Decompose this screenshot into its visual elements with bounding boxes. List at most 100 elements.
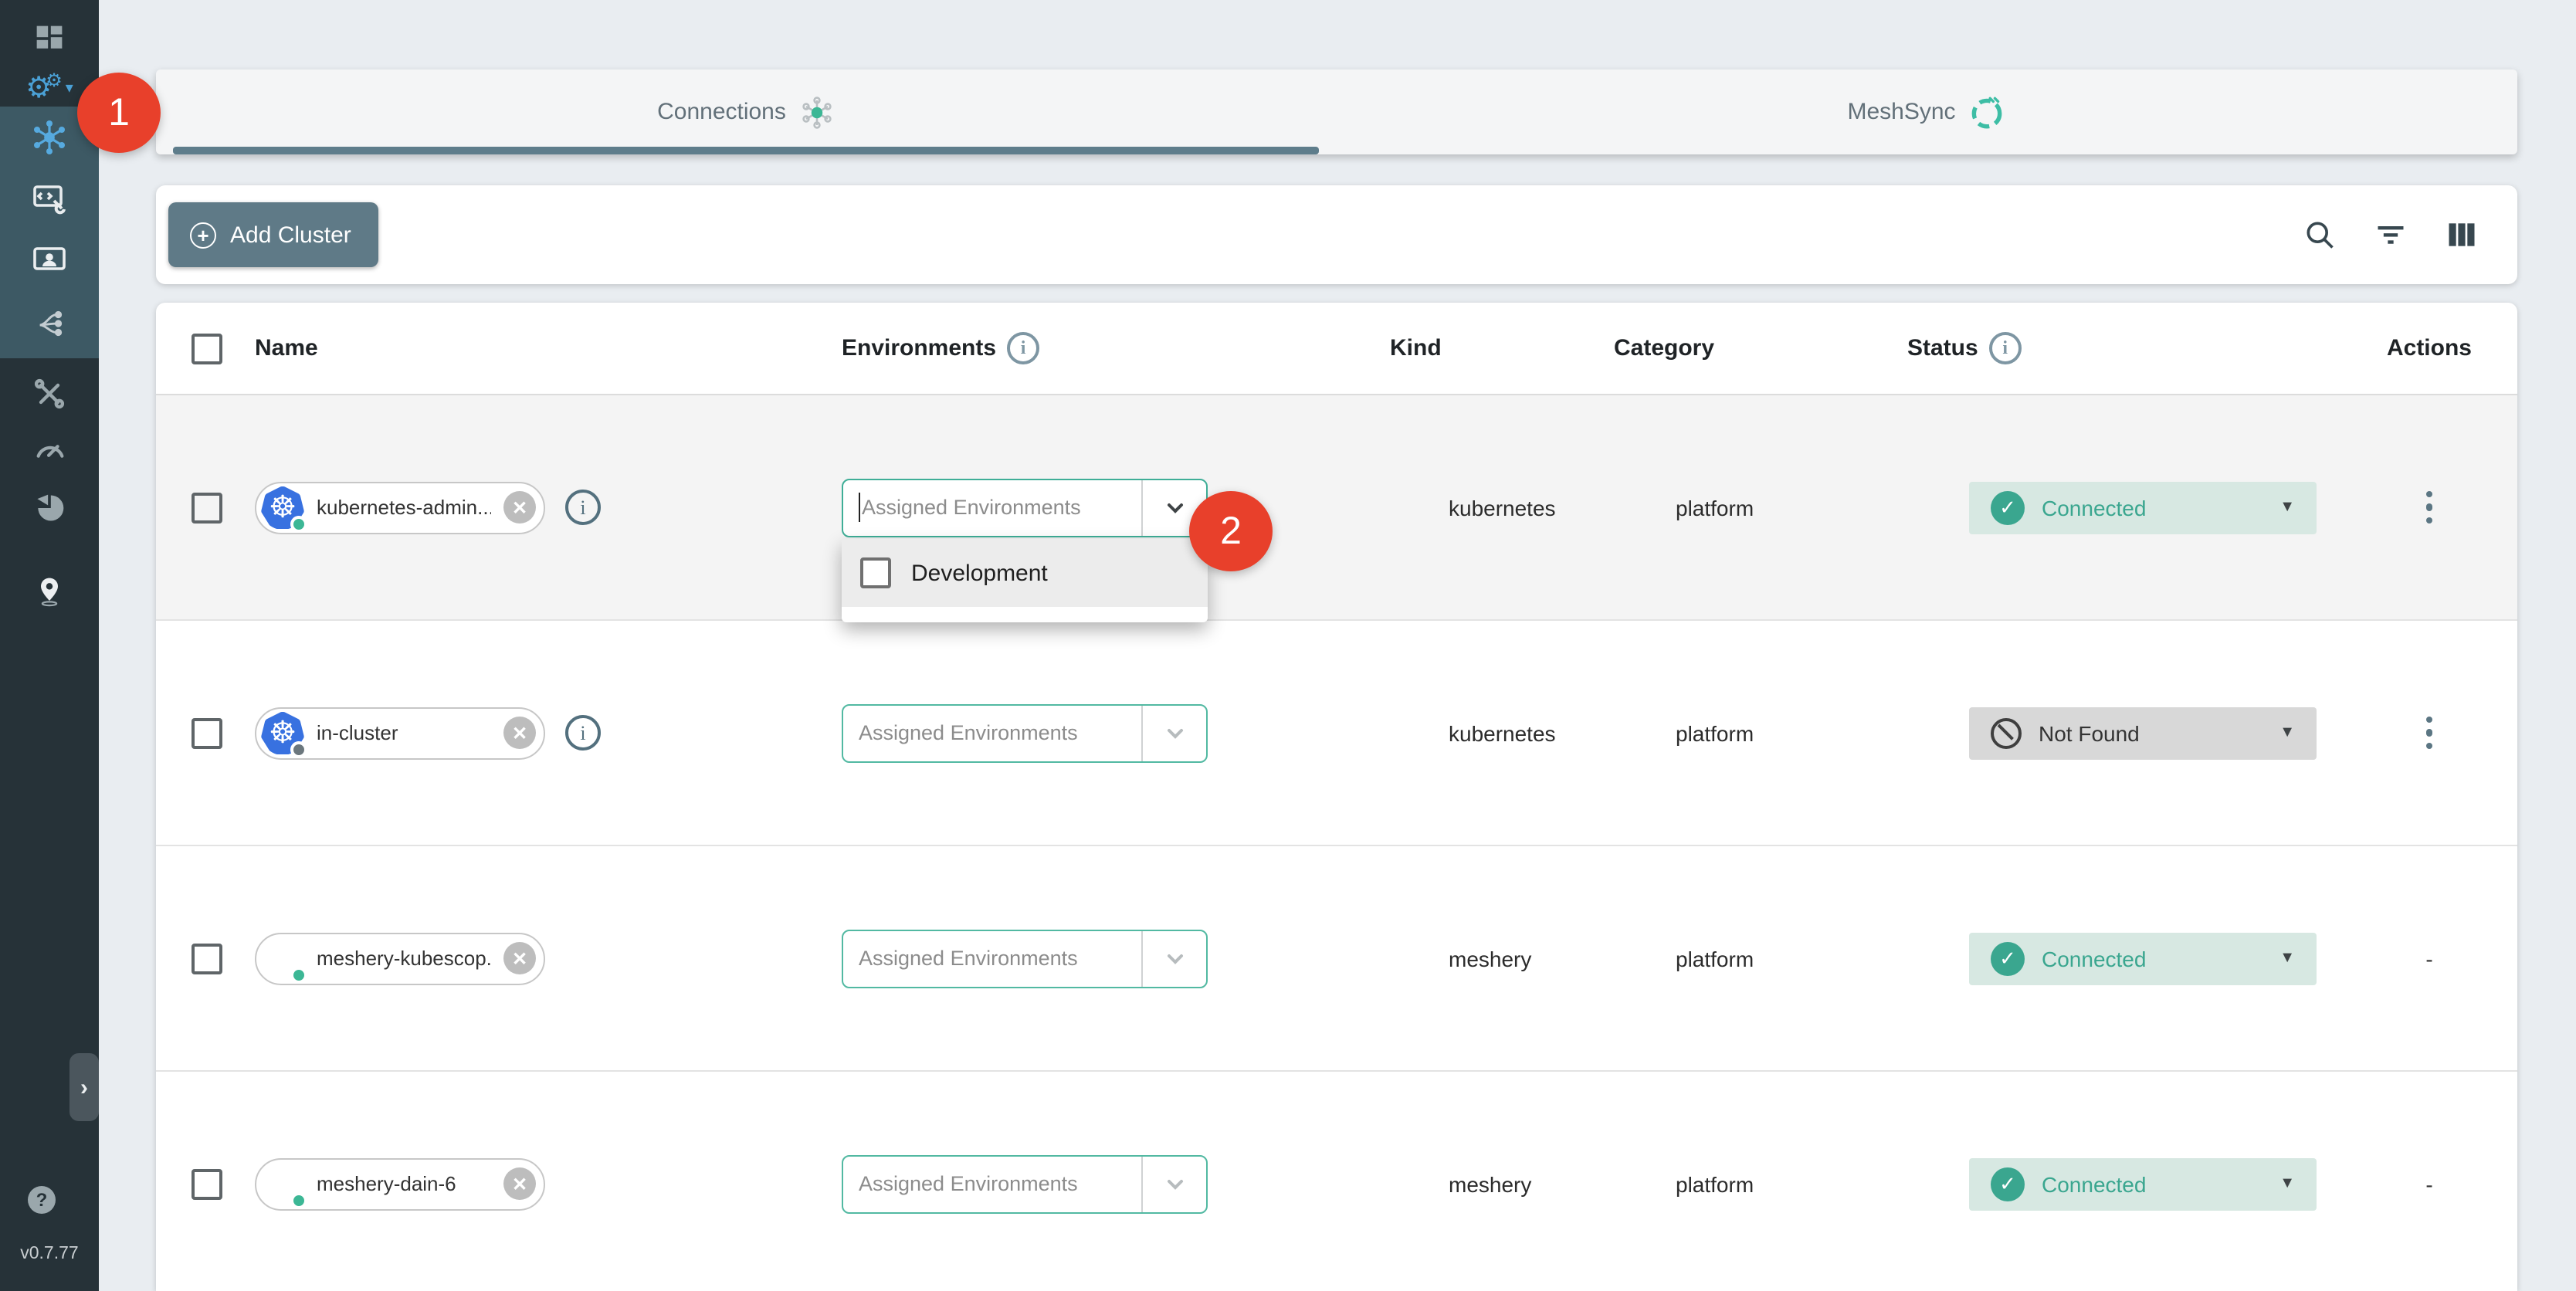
filter-icon[interactable] — [2372, 216, 2409, 253]
table-row: meshery-kubescop... ✕ Assigned Environme… — [156, 846, 2517, 1072]
annotation-badge-2: 2 — [1189, 491, 1273, 571]
toolkit-icon[interactable] — [0, 364, 99, 423]
kind-value: kubernetes — [1449, 495, 1556, 520]
status-dot-green — [290, 515, 307, 532]
connection-chip[interactable]: ☸ kubernetes-admin... ✕ — [255, 481, 545, 534]
toolbar-icons — [2301, 216, 2480, 253]
sidebar-item-adapters[interactable] — [0, 168, 99, 230]
select-chevron-down-icon[interactable] — [1141, 1156, 1206, 1211]
kubernetes-icon: ☸ — [261, 486, 304, 529]
check-icon: ✓ — [1991, 1167, 2025, 1201]
environments-select[interactable]: Assigned Environments — [842, 929, 1208, 988]
meshsync-ring-icon — [1968, 93, 2007, 131]
status-label: Connected — [2042, 946, 2146, 971]
row-info-icon[interactable]: i — [565, 715, 601, 751]
environments-select[interactable]: Assigned Environments — [842, 703, 1208, 762]
sidebar-item-service-mesh[interactable] — [0, 292, 99, 354]
ban-icon — [1991, 717, 2022, 748]
connection-name: meshery-dain-6 — [317, 1172, 491, 1195]
location-pin-icon[interactable] — [0, 562, 99, 621]
environments-placeholder: Assigned Environments — [859, 1172, 1078, 1195]
environments-placeholder: Assigned Environments — [859, 947, 1078, 970]
table-row: ☸ in-cluster ✕ i Assigned Environments k… — [156, 621, 2517, 846]
app-version: v0.7.77 — [0, 1245, 99, 1263]
help-icon[interactable]: ? — [28, 1186, 56, 1214]
status-info-icon[interactable]: i — [1989, 332, 2022, 364]
row-checkbox[interactable] — [192, 717, 222, 748]
status-label: Connected — [2042, 1171, 2146, 1196]
person-avatar-icon — [261, 937, 304, 980]
col-status: Status — [1907, 335, 1978, 361]
row-actions-menu-icon[interactable] — [2420, 485, 2439, 530]
select-all-checkbox[interactable] — [192, 333, 222, 364]
status-dot-green — [290, 1191, 307, 1208]
tab-connections[interactable]: Connections — [156, 69, 1337, 154]
status-dot-green — [290, 966, 307, 983]
status-chip-connected[interactable]: ✓ Connected ▼ — [1969, 1157, 2317, 1210]
status-chip-connected[interactable]: ✓ Connected ▼ — [1969, 932, 2317, 984]
status-dot-gray — [290, 740, 307, 757]
status-caret-icon: ▼ — [2279, 724, 2295, 741]
person-avatar-icon — [261, 1162, 304, 1205]
environments-info-icon[interactable]: i — [1007, 332, 1039, 364]
connection-chip[interactable]: meshery-kubescop... ✕ — [255, 932, 545, 984]
check-icon: ✓ — [1991, 941, 2025, 975]
col-name: Name — [255, 335, 318, 361]
connection-chip[interactable]: ☸ in-cluster ✕ — [255, 706, 545, 759]
kind-value: meshery — [1449, 1171, 1531, 1196]
view-columns-icon[interactable] — [2443, 216, 2480, 253]
environments-select[interactable]: Assigned Environments — [842, 1154, 1208, 1213]
row-info-icon[interactable]: i — [565, 490, 601, 525]
status-caret-icon: ▼ — [2279, 1175, 2295, 1192]
row-actions-menu-icon[interactable] — [2420, 710, 2439, 756]
connection-name: meshery-kubescop... — [317, 947, 491, 970]
chip-delete-icon[interactable]: ✕ — [503, 1167, 536, 1200]
col-kind: Kind — [1390, 335, 1442, 361]
row-checkbox[interactable] — [192, 1168, 222, 1199]
row-checkbox[interactable] — [192, 492, 222, 523]
status-caret-icon: ▼ — [2279, 950, 2295, 967]
status-caret-icon: ▼ — [2279, 499, 2295, 516]
sidebar-expand-button[interactable]: › — [69, 1053, 99, 1121]
environments-select[interactable]: Assigned Environments — [842, 478, 1208, 537]
performance-gauge-icon[interactable] — [0, 420, 99, 479]
status-chip-notfound[interactable]: Not Found ▼ — [1969, 706, 2317, 759]
environments-placeholder: Assigned Environments — [862, 496, 1081, 519]
sidebar-item-playground[interactable] — [0, 230, 99, 292]
row-checkbox[interactable] — [192, 943, 222, 974]
actions-empty: - — [2425, 946, 2432, 971]
active-tab-indicator — [173, 147, 1319, 154]
category-value: platform — [1676, 720, 1754, 745]
check-icon: ✓ — [1991, 490, 2025, 524]
category-value: platform — [1676, 946, 1754, 971]
connection-chip[interactable]: meshery-dain-6 ✕ — [255, 1157, 545, 1210]
tab-connections-label: Connections — [657, 99, 786, 125]
status-label: Not Found — [2039, 720, 2140, 745]
environments-dropdown-menu: Development — [842, 539, 1208, 622]
chip-delete-icon[interactable]: ✕ — [503, 491, 536, 524]
select-chevron-down-icon[interactable] — [1141, 930, 1206, 986]
chip-delete-icon[interactable]: ✕ — [503, 942, 536, 974]
kind-value: kubernetes — [1449, 720, 1556, 745]
tab-meshsync-label: MeshSync — [1847, 99, 1955, 125]
search-icon[interactable] — [2301, 216, 2338, 253]
meshery-mesh-icon[interactable] — [0, 479, 99, 537]
option-checkbox[interactable] — [860, 557, 891, 588]
status-chip-connected[interactable]: ✓ Connected ▼ — [1969, 481, 2317, 534]
annotation-badge-1: 1 — [77, 73, 161, 153]
table-header-row: Name Environments i Kind Category Status… — [156, 303, 2517, 395]
connections-table: Name Environments i Kind Category Status… — [156, 303, 2517, 1291]
tab-meshsync[interactable]: MeshSync — [1337, 69, 2517, 154]
dropdown-option-development[interactable]: Development — [842, 539, 1208, 607]
text-cursor — [859, 493, 860, 522]
option-label: Development — [911, 560, 1048, 586]
chip-delete-icon[interactable]: ✕ — [503, 717, 536, 749]
select-chevron-down-icon[interactable] — [1141, 705, 1206, 761]
tab-bar: Connections MeshSync — [156, 69, 2517, 154]
add-cluster-label: Add Cluster — [230, 222, 351, 248]
col-category: Category — [1614, 335, 1714, 361]
sidebar: ⚙ ⚙ ▾ — [0, 0, 99, 1291]
page: ⚙ ⚙ ▾ — [0, 0, 2576, 1291]
table-toolbar: + Add Cluster — [156, 185, 2517, 284]
add-cluster-button[interactable]: + Add Cluster — [168, 202, 379, 267]
